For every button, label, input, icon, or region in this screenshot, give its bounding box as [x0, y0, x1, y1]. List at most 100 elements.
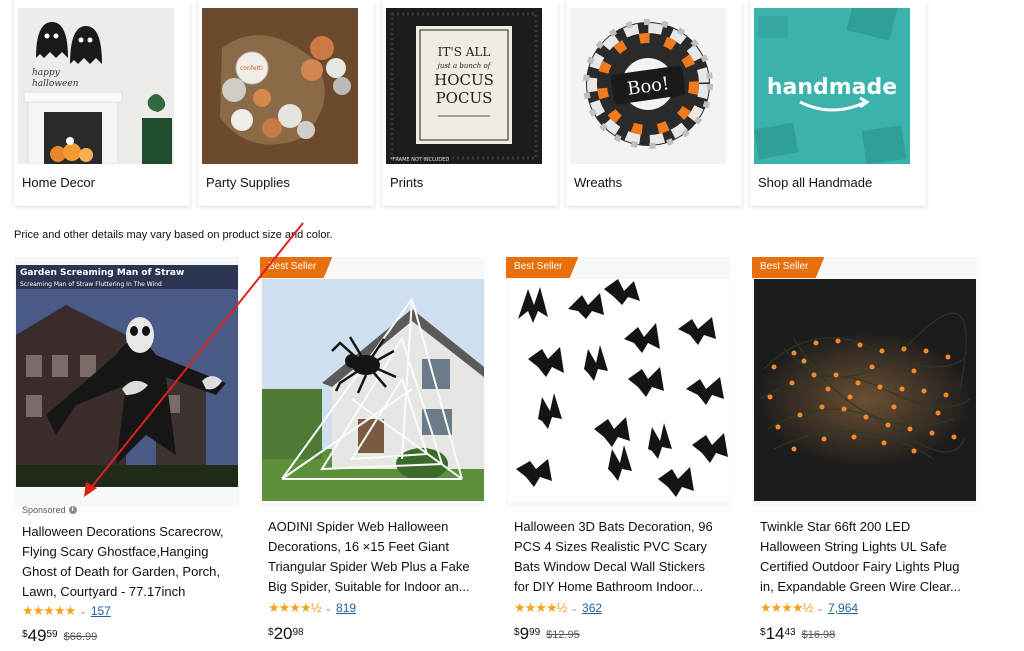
star-rating-icon[interactable]: ★★★★½ — [268, 600, 321, 616]
price: $ 20 98 — [268, 624, 304, 644]
product-title[interactable]: Halloween Decorations Scarecrow, Flying … — [22, 522, 234, 602]
product-title-line: Halloween Decorations Scarecrow, — [22, 524, 224, 539]
product-card[interactable]: Best Seller Halloween 3D Bats Decoration… — [506, 257, 731, 651]
bats-decal-image[interactable] — [508, 279, 730, 501]
prints-image[interactable]: IT'S ALL just a bunch of HOCUS POCUS *FR… — [386, 8, 542, 164]
price-fraction: 99 — [529, 627, 541, 638]
price-whole: 9 — [519, 624, 530, 643]
svg-text:Garden Screaming Man of Straw: Garden Screaming Man of Straw — [20, 268, 184, 278]
best-seller-badge: Best Seller — [752, 257, 825, 278]
category-label[interactable]: Shop all Handmade — [758, 175, 872, 190]
svg-text:HOCUS: HOCUS — [434, 71, 494, 89]
category-card-wreaths[interactable]: Boo! Wreaths — [566, 0, 742, 206]
review-count-link[interactable]: 362 — [582, 601, 602, 615]
rating-row: ★★★★½ ⌄ 362 — [514, 600, 602, 616]
list-price: $16.98 — [801, 629, 836, 641]
product-image-box[interactable]: Best Seller — [260, 257, 485, 507]
product-title-line: Big Spider, Suitable for Indoor an... — [268, 579, 470, 594]
price: $ 9 99 — [514, 624, 540, 644]
product-image-box[interactable]: Best Seller — [752, 257, 977, 507]
star-rating-icon[interactable]: ★★★★★ — [22, 603, 76, 619]
product-title-line: Bats Window Decal Wall Stickers — [514, 559, 705, 574]
price: $ 14 43 — [760, 624, 796, 644]
star-rating-icon[interactable]: ★★★★½ — [514, 600, 567, 616]
product-title-line: Ghost of Death for Garden, Porch, — [22, 564, 220, 579]
product-title[interactable]: AODINI Spider Web Halloween Decorations,… — [268, 517, 480, 597]
sponsored-text: Sponsored — [22, 505, 66, 515]
category-card-party-supplies[interactable]: confetti Party Supplies — [198, 0, 374, 206]
product-title[interactable]: Twinkle Star 66ft 200 LED Halloween Stri… — [760, 517, 972, 597]
svg-text:handmade: handmade — [767, 75, 897, 100]
price-row: $ 20 98 — [268, 624, 304, 644]
product-title-line: Halloween 3D Bats Decoration, 96 — [514, 519, 713, 534]
price-row: $ 9 99 $12.95 — [514, 624, 580, 644]
product-grid: Garden Screaming Man of Straw Screaming … — [14, 257, 977, 651]
product-title-line: Twinkle Star 66ft 200 LED — [760, 519, 911, 534]
chevron-down-icon[interactable]: ⌄ — [324, 603, 332, 614]
svg-text:just a bunch of: just a bunch of — [436, 62, 492, 70]
price-whole: 20 — [273, 624, 293, 643]
product-title[interactable]: Halloween 3D Bats Decoration, 96 PCS 4 S… — [514, 517, 726, 597]
product-card[interactable]: Best Seller AODINI Spider Web Halloween … — [260, 257, 485, 651]
chevron-down-icon[interactable]: ⌄ — [816, 603, 824, 614]
best-seller-badge: Best Seller — [260, 257, 333, 278]
chevron-down-icon[interactable]: ⌄ — [79, 606, 87, 617]
spider-web-image[interactable] — [262, 279, 484, 501]
price: $ 49 59 — [22, 626, 58, 646]
svg-text:confetti: confetti — [240, 65, 263, 72]
category-label[interactable]: Party Supplies — [206, 175, 290, 190]
product-card[interactable]: Garden Screaming Man of Straw Screaming … — [14, 257, 239, 651]
product-card[interactable]: Best Seller Twinkle Star 66ft 200 LED Ha… — [752, 257, 977, 651]
category-card-handmade[interactable]: handmade Shop all Handmade — [750, 0, 926, 206]
rating-row: ★★★★½ ⌄ 7,964 — [760, 600, 858, 616]
category-label[interactable]: Wreaths — [574, 175, 622, 190]
product-image-box[interactable]: Best Seller — [506, 257, 731, 507]
product-title-line: for DIY Home Bathroom Indoor... — [514, 579, 704, 594]
review-count-link[interactable]: 157 — [91, 604, 111, 618]
category-card-prints[interactable]: IT'S ALL just a bunch of HOCUS POCUS *FR… — [382, 0, 558, 206]
price-row: $ 14 43 $16.98 — [760, 624, 835, 644]
price-row: $ 49 59 $66.99 — [22, 626, 97, 646]
sponsored-label: Sponsored i — [22, 505, 77, 515]
svg-text:*FRAME NOT INCLUDED: *FRAME NOT INCLUDED — [390, 157, 449, 163]
product-title-line: Flying Scary Ghostface,Hanging — [22, 544, 209, 559]
string-lights-image[interactable] — [754, 279, 976, 501]
scarecrow-ghost-image[interactable]: Garden Screaming Man of Straw Screaming … — [16, 265, 238, 487]
price-fraction: 98 — [292, 627, 304, 638]
price-whole: 14 — [765, 624, 785, 643]
wreath-image[interactable]: Boo! — [570, 8, 726, 164]
handmade-image[interactable]: handmade — [754, 8, 910, 164]
svg-text:happy: happy — [32, 68, 61, 78]
list-price: $12.95 — [546, 629, 580, 641]
price-fraction: 43 — [784, 627, 796, 638]
rating-row: ★★★★★ ⌄ 157 — [22, 603, 111, 619]
product-title-line: Decorations, 16 ×15 Feet Giant — [268, 539, 450, 554]
svg-text:IT'S ALL: IT'S ALL — [438, 45, 491, 59]
product-image-box[interactable]: Garden Screaming Man of Straw Screaming … — [14, 257, 239, 507]
review-count-link[interactable]: 7,964 — [828, 601, 858, 615]
price-whole: 49 — [27, 626, 47, 645]
info-icon[interactable]: i — [68, 506, 77, 514]
party-supplies-image[interactable]: confetti — [202, 8, 358, 164]
rating-row: ★★★★½ ⌄ 819 — [268, 600, 356, 616]
category-label[interactable]: Prints — [390, 175, 423, 190]
svg-text:Screaming Man of Straw Flutter: Screaming Man of Straw Fluttering In The… — [20, 281, 162, 288]
product-title-line: Lawn, Courtyard - 77.17inch — [22, 584, 186, 599]
star-rating-icon[interactable]: ★★★★½ — [760, 600, 813, 616]
price-notice: Price and other details may vary based o… — [14, 229, 333, 241]
product-title-line: Halloween String Lights UL Safe — [760, 539, 947, 554]
product-title-line: PCS 4 Sizes Realistic PVC Scary — [514, 539, 707, 554]
chevron-down-icon[interactable]: ⌄ — [570, 603, 578, 614]
price-fraction: 59 — [46, 629, 58, 640]
svg-text:POCUS: POCUS — [436, 89, 493, 107]
product-title-line: Certified Outdoor Fairy Lights Plug — [760, 559, 960, 574]
category-card-home-decor[interactable]: happy halloween Home Decor — [14, 0, 190, 206]
category-label[interactable]: Home Decor — [22, 175, 95, 190]
best-seller-badge: Best Seller — [506, 257, 579, 278]
product-title-line: in, Expandable Green Wire Clear... — [760, 579, 961, 594]
svg-text:halloween: halloween — [32, 79, 79, 89]
home-decor-image[interactable]: happy halloween — [18, 8, 174, 164]
review-count-link[interactable]: 819 — [336, 601, 356, 615]
product-title-line: Triangular Spider Web Plus a Fake — [268, 559, 470, 574]
list-price: $66.99 — [63, 631, 98, 643]
